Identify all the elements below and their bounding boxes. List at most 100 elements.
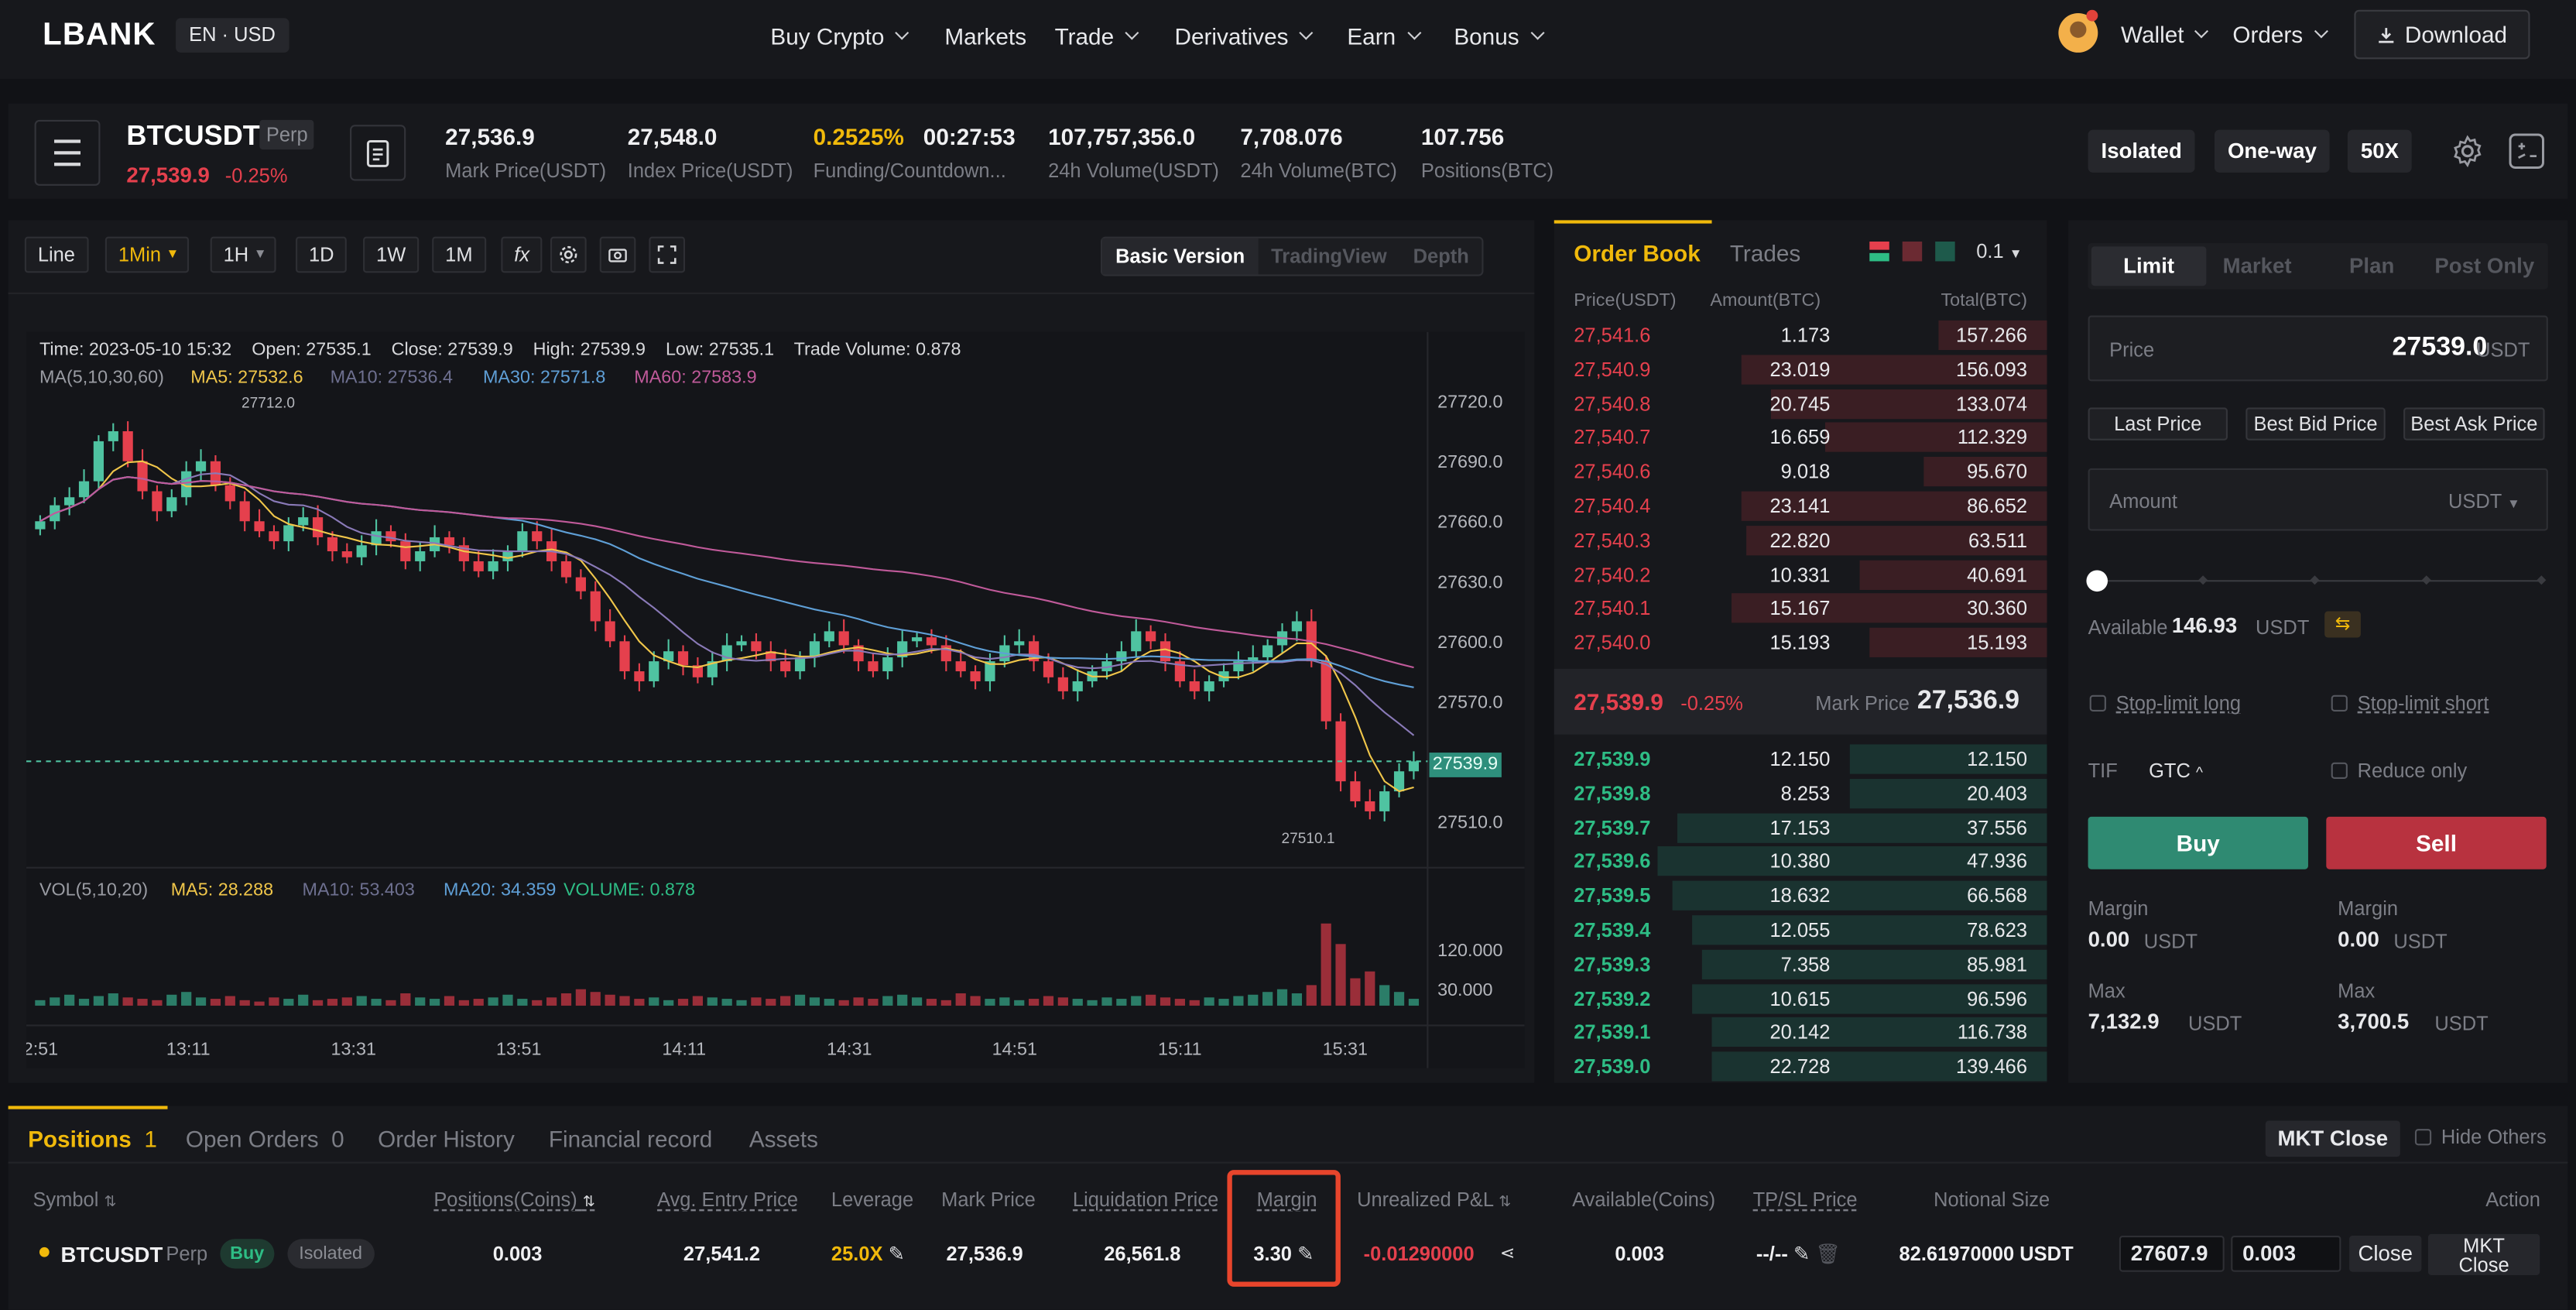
bid-row[interactable]: 27,539.7 17.153 37.556 [1554,811,2047,844]
price-input[interactable]: Price 27539.0 USDT [2088,315,2548,382]
amount-slider-track[interactable] [2098,580,2545,582]
stop-limit-short-checkbox[interactable] [2331,694,2348,712]
language-currency-selector[interactable]: EN · USD [176,18,289,53]
wallet-menu[interactable]: Wallet [2121,22,2209,48]
fullscreen-button[interactable] [649,236,686,273]
tab-open-orders[interactable]: Open Orders 0 [186,1126,344,1152]
orders-menu[interactable]: Orders [2232,22,2328,48]
bid-row[interactable]: 27,539.5 18.632 66.568 [1554,880,2047,912]
ask-row[interactable]: 27,540.0 15.193 15.193 [1554,626,2047,659]
line-chart-button[interactable]: Line [24,236,88,273]
ask-row[interactable]: 27,540.7 16.659 112.329 [1554,421,2047,454]
tab-assets[interactable]: Assets [749,1126,818,1152]
amount-unit-select[interactable]: USDT ▼ [2448,489,2520,513]
tab-plan[interactable]: Plan [2349,253,2394,278]
close-button[interactable]: Close [2349,1236,2422,1272]
slider-step-75[interactable] [2421,575,2431,585]
ask-row[interactable]: 27,540.2 10.331 40.691 [1554,558,2047,591]
ask-row[interactable]: 27,540.6 9.018 95.670 [1554,455,2047,488]
ask-row[interactable]: 27,540.4 23.141 86.652 [1554,489,2047,522]
nav-earn[interactable]: Earn [1347,23,1421,50]
interval-1h-button[interactable]: 1H ▼ [210,236,277,273]
slider-step-25[interactable] [2198,575,2208,585]
last-price-button[interactable]: Last Price [2088,407,2228,441]
tab-order-book[interactable]: Order Book [1574,240,1700,266]
stop-limit-long-checkbox[interactable] [2089,694,2106,712]
slider-step-100[interactable] [2537,575,2547,585]
tab-market[interactable]: Market [2223,253,2292,278]
position-mode-button[interactable]: One-way [2214,129,2330,173]
nav-buy-crypto[interactable]: Buy Crypto [770,23,909,50]
candlestick-chart[interactable]: 27720.0 27690.0 27660.0 27630.0 27600.0 27570… [26,331,1525,1068]
book-view-asks-icon[interactable] [1902,241,1923,262]
contract-info-button[interactable] [350,125,406,181]
ask-row[interactable]: 27,541.6 1.173 157.266 [1554,319,2047,352]
margin-value[interactable]: 3.30 ✎ [1253,1243,1314,1266]
bid-row[interactable]: 27,539.3 7.358 85.981 [1554,948,2047,980]
col-unrealized-pnl[interactable]: Unrealized P&L ⇅ [1357,1188,1511,1211]
book-view-bids-icon[interactable] [1935,241,1955,262]
leverage-value[interactable]: 25.0X ✎ [831,1243,905,1266]
amount-input[interactable]: Amount USDT ▼ [2088,468,2548,531]
tab-limit[interactable]: Limit [2091,246,2207,286]
slider-step-50[interactable] [2310,575,2320,585]
indicators-fx-button[interactable]: fx [501,236,543,273]
tab-depth[interactable]: Depth [1400,238,1482,275]
edit-icon[interactable]: ✎ [889,1243,905,1266]
menu-button[interactable] [34,119,101,186]
ask-row[interactable]: 27,540.8 20.745 133.074 [1554,387,2047,420]
delete-icon[interactable]: 🗑 [1815,1243,1840,1266]
sell-button[interactable]: Sell [2326,816,2547,869]
amount-slider-handle[interactable] [2086,570,2108,592]
tab-positions[interactable]: Positions 1 [28,1126,157,1152]
share-icon[interactable]: ⋖ [1500,1243,1516,1264]
nav-derivatives[interactable]: Derivatives [1175,23,1314,50]
edit-icon[interactable]: ✎ [1297,1243,1314,1266]
tab-financial-record[interactable]: Financial record [549,1126,712,1152]
tab-post-only[interactable]: Post Only [2434,253,2534,278]
ask-row[interactable]: 27,540.1 15.167 30.360 [1554,592,2047,625]
interval-1m-button[interactable]: 1M [432,236,486,273]
col-symbol[interactable]: Symbol ⇅ [33,1188,116,1211]
leverage-button[interactable]: 50X [2347,129,2412,173]
bid-row[interactable]: 27,539.0 22.728 139.466 [1554,1051,2047,1083]
bid-row[interactable]: 27,539.9 12.150 12.150 [1554,742,2047,775]
chart-settings-button[interactable] [550,236,587,273]
margin-mode-button[interactable]: Isolated [2088,129,2195,173]
edit-icon[interactable]: ✎ [1793,1243,1810,1266]
settings-gear-icon[interactable] [2451,135,2484,168]
bid-row[interactable]: 27,539.8 8.253 20.403 [1554,777,2047,809]
interval-1d-button[interactable]: 1D [296,236,348,273]
interval-1w-button[interactable]: 1W [363,236,420,273]
bid-row[interactable]: 27,539.2 10.615 96.596 [1554,982,2047,1014]
bid-row[interactable]: 27,539.4 12.055 78.623 [1554,914,2047,946]
transfer-icon[interactable]: ⇆ [2324,611,2361,638]
precision-select[interactable]: 0.1 ▼ [1976,240,2022,263]
tab-basic-version[interactable]: Basic Version [1102,238,1259,275]
col-positions[interactable]: Positions(Coins) ⇅ [433,1188,595,1211]
reduce-only-checkbox[interactable] [2331,762,2348,780]
ask-row[interactable]: 27,540.3 22.820 63.511 [1554,524,2047,557]
bid-row[interactable]: 27,539.1 20.142 116.738 [1554,1016,2047,1048]
ask-row[interactable]: 27,540.9 23.019 156.093 [1554,353,2047,386]
tab-order-history[interactable]: Order History [378,1126,515,1152]
tab-tradingview[interactable]: TradingView [1258,238,1400,275]
nav-bonus[interactable]: Bonus [1454,23,1544,50]
mkt-close-button[interactable]: MKT Close [2427,1233,2540,1275]
tpsl-value[interactable]: --/-- ✎ 🗑 [1756,1243,1841,1266]
nav-trade[interactable]: Trade [1055,23,1139,50]
symbol-name[interactable]: BTCUSDT [126,120,259,153]
screenshot-button[interactable] [599,236,636,273]
bid-row[interactable]: 27,539.6 10.380 47.936 [1554,845,2047,878]
close-price-input[interactable]: 27607.9 [2119,1236,2225,1272]
layout-icon[interactable] [2509,133,2545,170]
mkt-close-all-button[interactable]: MKT Close [2265,1120,2400,1157]
position-symbol[interactable]: BTCUSDT [61,1243,163,1267]
nav-markets[interactable]: Markets [944,23,1026,50]
interval-1min-button[interactable]: 1Min ▼ [104,236,190,273]
tif-select[interactable]: GTC ^ [2149,760,2203,783]
lbank-logo[interactable]: LBANK [43,18,156,54]
buy-button[interactable]: Buy [2088,816,2308,869]
best-bid-price-button[interactable]: Best Bid Price [2245,407,2386,441]
chart-area[interactable]: 27720.0 27690.0 27660.0 27630.0 27600.0 27570… [26,331,1525,1068]
